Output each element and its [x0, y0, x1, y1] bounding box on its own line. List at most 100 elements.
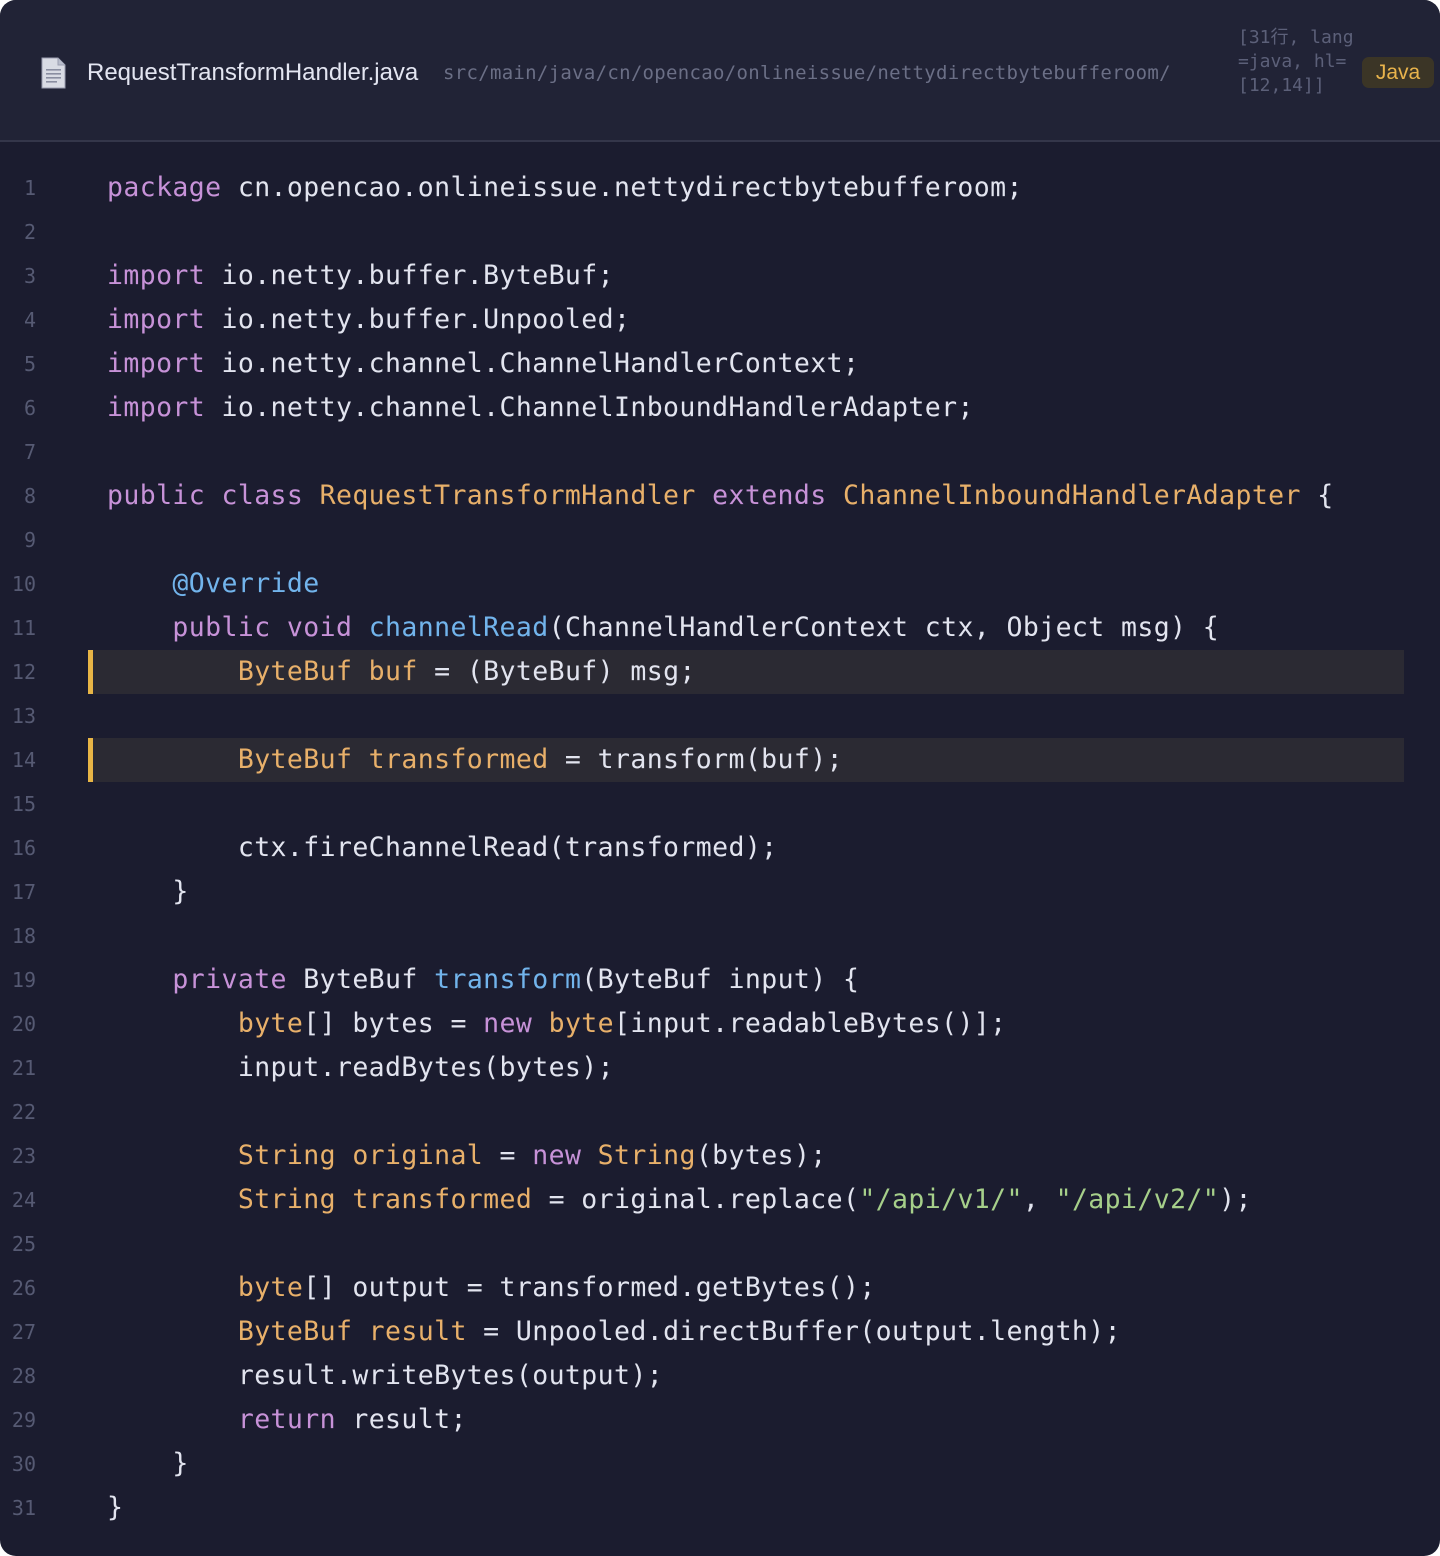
line-source: }: [107, 1486, 123, 1530]
code-line: 18: [0, 914, 1440, 958]
language-badge: Java: [1362, 57, 1434, 88]
line-number: 23: [11, 1144, 36, 1168]
line-number: 30: [11, 1452, 36, 1476]
code-block: 1 package cn.opencao.onlineissue.nettydir…: [0, 166, 1440, 1530]
code-token: result;: [335, 1404, 467, 1435]
line-source: import io.netty.channel.ChannelHandlerCo…: [107, 342, 859, 386]
code-token: io.netty.buffer.ByteBuf;: [205, 260, 614, 291]
code-line: 25: [0, 1222, 1440, 1266]
line-number: 15: [11, 792, 36, 816]
code-token: (bytes);: [695, 1140, 827, 1171]
line-source: }: [107, 870, 189, 914]
line-source: import io.netty.channel.ChannelInboundHa…: [107, 386, 974, 430]
code-line: 10 @Override: [0, 562, 1440, 606]
line-source: ctx.fireChannelRead(transformed);: [107, 826, 778, 870]
line-source: }: [107, 1442, 189, 1486]
code-token: ByteBuf transformed: [237, 744, 549, 775]
line-number: 22: [11, 1100, 36, 1124]
code-line: 8 public class RequestTransformHandler ex…: [0, 474, 1440, 518]
line-source: String original = new String(bytes);: [107, 1134, 827, 1178]
code-line: 13: [0, 694, 1440, 738]
code-token: import: [107, 304, 206, 335]
line-number: 18: [11, 924, 36, 948]
line-number: 2: [23, 220, 36, 244]
code-token: (ChannelHandlerContext ctx, Object msg) …: [548, 612, 1220, 643]
code-token: [] bytes =: [303, 1008, 484, 1039]
code-token: import: [107, 348, 206, 379]
line-number: 4: [23, 308, 36, 332]
line-number: 9: [23, 528, 36, 552]
code-line: 7: [0, 430, 1440, 474]
line-source: private ByteBuf transform(ByteBuf input)…: [107, 958, 859, 1002]
line-source: String transformed = original.replace("/…: [107, 1178, 1252, 1222]
code-token: ByteBuf result: [237, 1316, 467, 1347]
code-line: 17 }: [0, 870, 1440, 914]
code-token: package: [107, 172, 222, 203]
code-token: ByteBuf buf: [237, 656, 418, 687]
code-token: String: [597, 1140, 696, 1171]
code-line: 28 result.writeBytes(output);: [0, 1354, 1440, 1398]
code-token: io.netty.channel.ChannelHandlerContext;: [205, 348, 860, 379]
code-line: 11 public void channelRead(ChannelHandle…: [0, 606, 1440, 650]
code-token: (ByteBuf input) {: [581, 964, 860, 995]
line-number: 24: [11, 1188, 36, 1212]
line-number: 11: [11, 616, 36, 640]
code-token: public void: [172, 612, 369, 643]
code-token: = Unpooled.directBuffer(output.length);: [466, 1316, 1121, 1347]
code-line: 14 ByteBuf transformed = transform(buf);: [0, 738, 1440, 782]
line-source: byte[] bytes = new byte[input.readableBy…: [107, 1002, 1007, 1046]
document-icon: [41, 57, 66, 89]
code-token: {: [1300, 480, 1334, 511]
line-source: ByteBuf buf = (ByteBuf) msg;: [107, 650, 696, 694]
code-token: import: [107, 260, 206, 291]
code-line: 20 byte[] bytes = new byte[input.readabl…: [0, 1002, 1440, 1046]
code-token: byte: [237, 1008, 304, 1039]
file-name: RequestTransformHandler.java: [87, 59, 419, 86]
line-source: public void channelRead(ChannelHandlerCo…: [107, 606, 1219, 650]
code-token: ByteBuf: [286, 964, 435, 995]
code-token: =: [483, 1140, 533, 1171]
code-line: 9: [0, 518, 1440, 562]
code-token: ctx.fireChannelRead(transformed);: [107, 832, 778, 863]
line-number: 26: [11, 1276, 36, 1300]
line-source: ByteBuf result = Unpooled.directBuffer(o…: [107, 1310, 1121, 1354]
code-token: ,: [1022, 1184, 1056, 1215]
code-line: 26 byte[] output = transformed.getBytes(…: [0, 1266, 1440, 1310]
code-token: [input.readableBytes()];: [614, 1008, 1007, 1039]
line-source: return result;: [107, 1398, 467, 1442]
code-token: "/api/v2/": [1055, 1184, 1220, 1215]
code-token: return: [237, 1404, 336, 1435]
line-number: 27: [11, 1320, 36, 1344]
line-number: 17: [11, 880, 36, 904]
code-token: String transformed: [237, 1184, 533, 1215]
code-token: "/api/v1/": [859, 1184, 1023, 1215]
code-line: 6 import io.netty.channel.ChannelInboundH…: [0, 386, 1440, 430]
code-token: public class: [107, 480, 320, 511]
code-line: 24 String transformed = original.replace…: [0, 1178, 1440, 1222]
code-token: }: [107, 876, 189, 907]
line-number: 16: [11, 836, 36, 860]
code-token: RequestTransformHandler: [319, 480, 713, 511]
line-number: 12: [11, 660, 36, 684]
code-token: result.writeBytes(output);: [107, 1360, 664, 1391]
line-source: byte[] output = transformed.getBytes();: [107, 1266, 876, 1310]
code-token: = (ByteBuf) msg;: [417, 656, 696, 687]
code-line: 31}: [0, 1486, 1440, 1530]
code-line: 15: [0, 782, 1440, 826]
code-token: }: [107, 1492, 124, 1523]
line-source: import io.netty.buffer.ByteBuf;: [107, 254, 614, 298]
line-number: 5: [23, 352, 36, 376]
file-header: RequestTransformHandler.java src/main/ja…: [0, 0, 1440, 142]
code-line: 12 ByteBuf buf = (ByteBuf) msg;: [0, 650, 1440, 694]
code-token: @Override: [172, 568, 320, 599]
code-viewer-window: RequestTransformHandler.java src/main/ja…: [0, 0, 1440, 1556]
line-number: 25: [11, 1232, 36, 1256]
code-token: }: [107, 1448, 189, 1479]
